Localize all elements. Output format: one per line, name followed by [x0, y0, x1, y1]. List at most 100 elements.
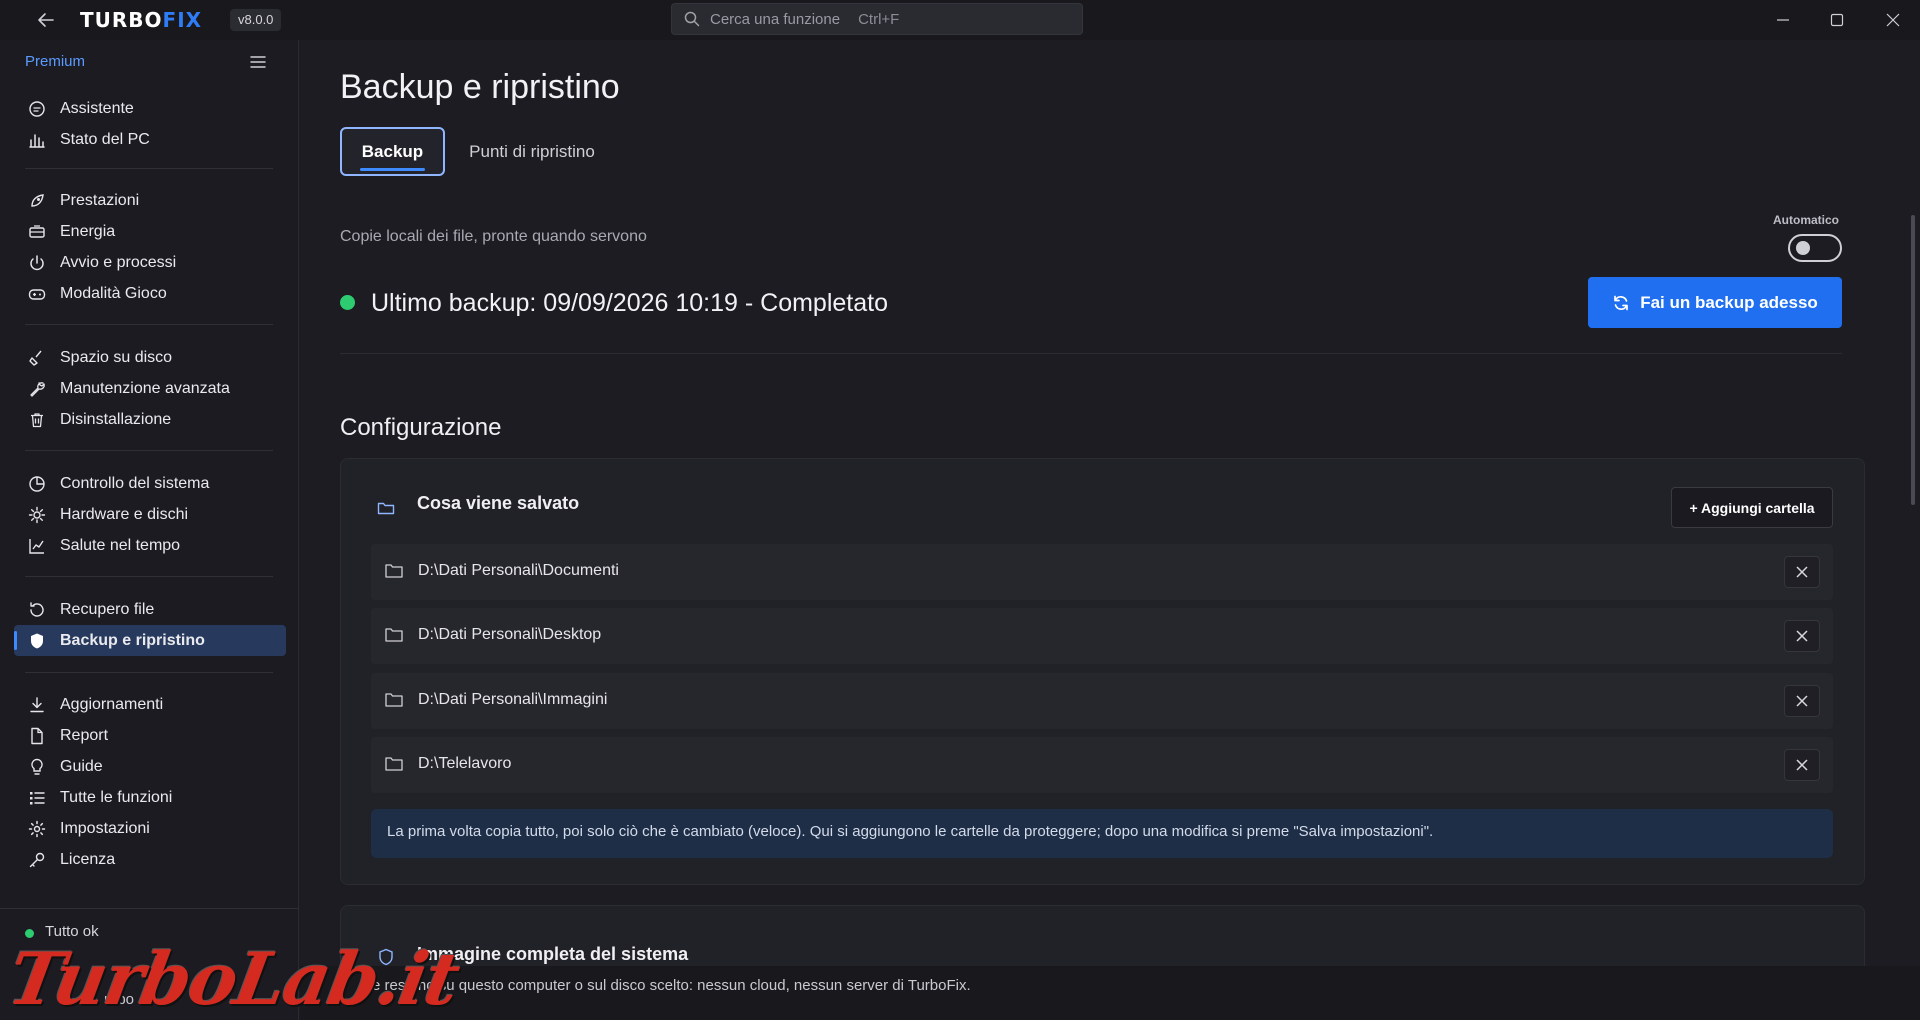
- sidebar-divider: [25, 168, 273, 169]
- sidebar-item-aggiornamenti[interactable]: Aggiornamenti: [14, 689, 286, 720]
- sidebar-item-stato-pc[interactable]: Stato del PC: [14, 124, 286, 155]
- sidebar-item-hardware-dischi[interactable]: Hardware e dischi: [14, 499, 286, 530]
- sidebar-item-label: Prestazioni: [60, 191, 140, 209]
- page-subtitle: Copie locali dei file, pronte quando ser…: [340, 228, 647, 245]
- tab-backup[interactable]: Backup: [340, 127, 445, 176]
- sidebar-item-label: Disinstallazione: [60, 410, 172, 428]
- remove-folder-button[interactable]: [1784, 685, 1820, 717]
- last-backup-status: Ultimo backup: 09/09/2026 10:19 - Comple…: [371, 289, 888, 317]
- folder-row: D:\Dati Personali\Documenti: [371, 544, 1833, 600]
- folder-row: D:\Telelavoro: [371, 737, 1833, 793]
- sidebar-item-modalita-gioco[interactable]: Modalità Gioco: [14, 278, 286, 309]
- scrollbar[interactable]: [1911, 215, 1915, 505]
- chart-bars-icon: [29, 133, 45, 148]
- sidebar-item-label: Controllo del sistema: [60, 474, 210, 492]
- backup-status-dot: [340, 295, 355, 310]
- sidebar-item-label: Hardware e dischi: [60, 505, 189, 523]
- sidebar-item-controllo-sistema[interactable]: Controllo del sistema: [14, 468, 286, 499]
- folder-icon: [377, 502, 395, 515]
- sidebar-item-label: Impostazioni: [60, 819, 150, 837]
- tab-label: Backup: [361, 141, 424, 161]
- close-window-button[interactable]: [1866, 0, 1920, 40]
- refresh-icon: [1614, 295, 1629, 310]
- close-icon: [1796, 759, 1808, 771]
- trash-icon: [31, 412, 43, 427]
- sidebar-item-label: Stato del PC: [60, 130, 150, 148]
- sidebar-item-manutenzione[interactable]: Manutenzione avanzata: [14, 373, 286, 404]
- sidebar-item-report[interactable]: Report: [14, 720, 286, 751]
- gamepad-icon: [28, 288, 46, 300]
- auto-toggle-label: Automatico: [1773, 213, 1839, 227]
- sidebar-item-label: Aggiornamenti: [60, 695, 164, 713]
- sidebar-item-label: Backup e ripristino: [60, 631, 205, 649]
- tab-label: Punti di ripristino: [469, 141, 595, 161]
- sidebar-divider: [25, 450, 273, 451]
- gear-icon: [28, 820, 46, 837]
- search-input[interactable]: Cerca una funzione Ctrl+F: [671, 3, 1083, 35]
- chat-icon: [29, 100, 45, 117]
- sidebar-item-label: Manutenzione avanzata: [60, 379, 230, 397]
- sidebar-item-prestazioni[interactable]: Prestazioni: [14, 185, 286, 216]
- search-shortcut: Ctrl+F: [858, 10, 900, 28]
- sidebar-item-salute-tempo[interactable]: Salute nel tempo: [14, 530, 286, 561]
- sidebar-item-assistente[interactable]: Assistente: [14, 93, 286, 124]
- sidebar-item-spazio-disco[interactable]: Spazio su disco: [14, 342, 286, 373]
- broom-icon: [29, 350, 42, 366]
- sidebar-item-tutte-funzioni[interactable]: Tutte le funzioni: [14, 782, 286, 813]
- toggle-knob: [1796, 241, 1810, 255]
- sidebar-item-label: Assistente: [60, 99, 134, 117]
- battery-icon: [29, 224, 45, 238]
- what-saved-card: Cosa viene salvato + Aggiungi cartella D…: [340, 458, 1865, 885]
- sidebar: Premium Assistente Stato del PC Prestazi…: [0, 40, 299, 1020]
- wrench-icon: [30, 381, 45, 397]
- sidebar-item-recupero-file[interactable]: Recupero file: [14, 594, 286, 625]
- sidebar-item-label: Modalità Gioco: [60, 284, 167, 302]
- folder-icon: [385, 628, 403, 642]
- maximize-button[interactable]: [1810, 0, 1864, 40]
- backup-now-label: Fai un backup adesso: [1640, 292, 1818, 312]
- remove-folder-button[interactable]: [1784, 749, 1820, 781]
- sidebar-item-disinstallazione[interactable]: Disinstallazione: [14, 404, 286, 435]
- sidebar-item-energia[interactable]: Energia: [14, 216, 286, 247]
- backup-now-button[interactable]: Fai un backup adesso: [1588, 277, 1842, 328]
- folder-path: D:\Dati Personali\Desktop: [418, 626, 602, 643]
- restore-icon: [30, 601, 44, 617]
- page-title: Backup e ripristino: [340, 68, 620, 106]
- sidebar-divider: [25, 324, 273, 325]
- premium-label: Premium: [25, 53, 86, 70]
- document-icon: [31, 727, 43, 744]
- hamburger-menu-icon[interactable]: [248, 52, 268, 72]
- shield-icon: [31, 633, 43, 648]
- folder-path: D:\Dati Personali\Documenti: [418, 562, 619, 579]
- sidebar-item-guide[interactable]: Guide: [14, 751, 286, 782]
- card-title: Cosa viene salvato: [417, 493, 580, 513]
- tab-punti-ripristino[interactable]: Punti di ripristino: [462, 127, 602, 176]
- rocket-icon: [31, 193, 44, 207]
- sidebar-item-label: Spazio su disco: [60, 348, 173, 366]
- maximize-icon: [1830, 13, 1844, 27]
- minimize-button[interactable]: [1756, 0, 1810, 40]
- search-placeholder: Cerca una funzione: [710, 10, 841, 28]
- sidebar-item-licenza[interactable]: Licenza: [14, 844, 286, 875]
- add-folder-button[interactable]: + Aggiungi cartella: [1671, 487, 1833, 528]
- back-arrow-icon[interactable]: [34, 8, 58, 32]
- auto-backup-toggle[interactable]: [1788, 234, 1842, 262]
- watermark-text: TurboLab.it: [2, 936, 465, 1020]
- sidebar-item-label: Guide: [60, 757, 103, 775]
- sidebar-item-backup-ripristino[interactable]: Backup e ripristino: [14, 625, 286, 656]
- sidebar-item-label: Salute nel tempo: [60, 536, 181, 554]
- info-note: La prima volta copia tutto, poi solo ciò…: [371, 809, 1833, 858]
- sidebar-item-label: Licenza: [60, 850, 116, 868]
- folder-icon: [385, 564, 403, 578]
- sidebar-item-impostazioni[interactable]: Impostazioni: [14, 813, 286, 844]
- sidebar-item-avvio-processi[interactable]: Avvio e processi: [14, 247, 286, 278]
- close-icon: [1886, 13, 1900, 27]
- main-content: Backup e ripristino Backup Punti di ripr…: [300, 40, 1920, 1020]
- remove-folder-button[interactable]: [1784, 556, 1820, 588]
- sidebar-divider: [25, 576, 273, 577]
- sidebar-item-label: Report: [60, 726, 109, 744]
- footer-bar: e restano su questo computer o sul disco…: [300, 966, 1920, 1020]
- close-icon: [1796, 695, 1808, 707]
- remove-folder-button[interactable]: [1784, 620, 1820, 652]
- title-bar: TURBOFIX v8.0.0 Cerca una funzione Ctrl+…: [0, 0, 1920, 40]
